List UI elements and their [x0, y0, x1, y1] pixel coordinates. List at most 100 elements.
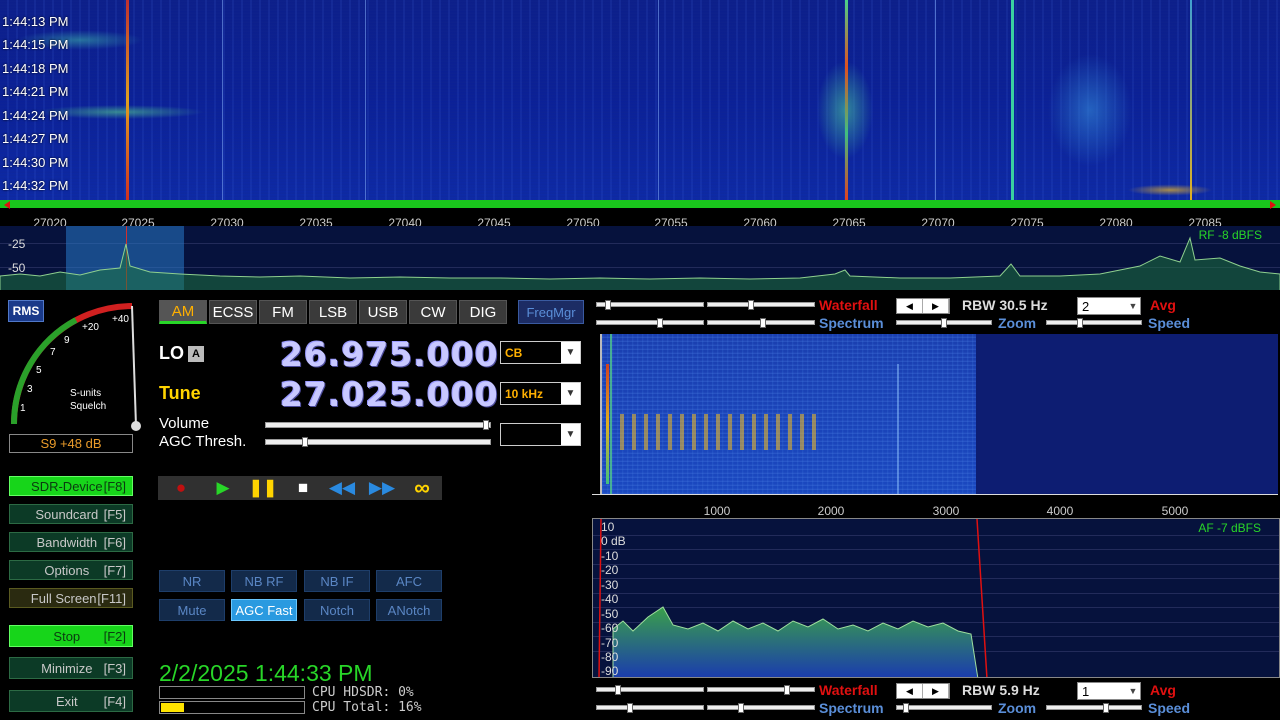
slider-thumb[interactable] [627, 703, 633, 713]
zoom-slider[interactable] [896, 318, 992, 328]
mode-ecss-button[interactable]: ECSS [209, 300, 257, 324]
rf-waterfall[interactable]: 1:44:13 PM 1:44:15 PM 1:44:18 PM 1:44:21… [0, 0, 1280, 200]
waterfall-timestamp: 1:44:30 PM [2, 155, 69, 170]
mode-fm-button[interactable]: FM [259, 300, 307, 324]
slider-thumb[interactable] [784, 685, 790, 695]
slider-thumb[interactable] [657, 318, 663, 328]
slider-thumb[interactable] [615, 685, 621, 695]
pause-icon[interactable]: ❚❚ [249, 476, 278, 500]
rf-spectrum-slider-1[interactable] [596, 318, 704, 328]
band-select[interactable]: CB ▼ [500, 341, 581, 364]
scroll-right-icon[interactable] [1270, 201, 1276, 209]
tune-frequency-display[interactable]: 27.025.000 [280, 375, 498, 414]
agc-threshold-slider-thumb[interactable] [302, 437, 308, 447]
rf-waterfall-slider-2[interactable] [707, 300, 815, 310]
avg-select[interactable]: 1 ▼ [1077, 682, 1141, 700]
play-icon[interactable]: ▶ [212, 476, 234, 500]
slider-thumb[interactable] [748, 300, 754, 310]
slider-thumb[interactable] [941, 318, 947, 328]
frequency-tick: 3000 [932, 504, 960, 518]
freq-manager-button[interactable]: FreqMgr [518, 300, 584, 324]
record-icon[interactable]: ● [170, 476, 192, 500]
minimize-button[interactable]: Minimize [F3] [9, 657, 133, 679]
slider-thumb[interactable] [760, 318, 766, 328]
hotkey: [F6] [103, 534, 126, 550]
mode-am-button[interactable]: AM [159, 300, 207, 324]
full-screen-button[interactable]: Full Screen [F11] [9, 588, 133, 608]
bandwidth-button[interactable]: Bandwidth [F6] [9, 532, 133, 552]
notch-button[interactable]: Notch [304, 599, 370, 621]
af-waterfall-slider-2[interactable] [707, 685, 815, 695]
waterfall-nav[interactable]: ◀ ▶ [896, 298, 950, 314]
slider-thumb[interactable] [605, 300, 611, 310]
mode-dig-button[interactable]: DIG [459, 300, 507, 324]
stop-icon[interactable]: ■ [292, 476, 314, 500]
scroll-left-icon[interactable] [4, 201, 10, 209]
button-label: Bandwidth [36, 534, 98, 550]
soundcard-button[interactable]: Soundcard [F5] [9, 504, 133, 524]
avg-select[interactable]: 2 ▼ [1077, 297, 1141, 315]
waterfall-timestamp: 1:44:18 PM [2, 61, 69, 76]
fast-forward-icon[interactable]: ▶▶ [368, 476, 396, 500]
exit-button[interactable]: Exit [F4] [9, 690, 133, 712]
rewind-icon[interactable]: ◀◀ [328, 476, 356, 500]
slider-thumb[interactable] [903, 703, 909, 713]
nb-rf-button[interactable]: NB RF [231, 570, 297, 592]
lo-a-button[interactable]: A [188, 346, 204, 362]
cpu-total-text: CPU Total: 16% [312, 700, 422, 715]
button-label: Minimize [41, 660, 93, 676]
waterfall-nav[interactable]: ◀ ▶ [896, 683, 950, 699]
af-spectrum[interactable]: 10 0 dB -10 -20 -30 -40 -50 -60 -70 -80 … [592, 518, 1280, 678]
speed-slider[interactable] [1046, 318, 1142, 328]
arrow-right-icon[interactable]: ▶ [923, 684, 949, 698]
rf-waterfall-slider-1[interactable] [596, 300, 704, 310]
rbw-readout: RBW 30.5 Hz [962, 297, 1048, 313]
zoom-label: Zoom [998, 315, 1037, 331]
af-waterfall-slider-1[interactable] [596, 685, 704, 695]
volume-slider[interactable] [265, 420, 491, 430]
agc-select[interactable]: ▼ [500, 423, 581, 446]
af-waterfall[interactable] [600, 334, 1278, 494]
mode-lsb-button[interactable]: LSB [309, 300, 357, 324]
slider-thumb[interactable] [738, 703, 744, 713]
slider-thumb[interactable] [1077, 318, 1083, 328]
mode-cw-button[interactable]: CW [409, 300, 457, 324]
nr-button[interactable]: NR [159, 570, 225, 592]
afc-button[interactable]: AFC [376, 570, 442, 592]
zoom-label: Zoom [998, 700, 1037, 716]
rf-spectrum-slider-2[interactable] [707, 318, 815, 328]
rf-frequency-scale[interactable]: 27020 27025 27030 27035 27040 27045 2705… [0, 200, 1280, 230]
sdr-device-button[interactable]: SDR-Device [F8] [9, 476, 133, 496]
rf-spectrum[interactable]: -25 -50 RF -8 dBFS [0, 226, 1280, 290]
af-spectrum-slider-1[interactable] [596, 703, 704, 713]
speed-slider[interactable] [1046, 703, 1142, 713]
nb-if-button[interactable]: NB IF [304, 570, 370, 592]
signal-trace [1011, 0, 1014, 200]
lo-frequency-display[interactable]: 26.975.000 [280, 335, 498, 374]
tune-step-select[interactable]: 10 kHz ▼ [500, 382, 581, 405]
cpu-hdsdr-bar [159, 686, 305, 699]
db-label: -40 [601, 592, 619, 606]
mode-usb-button[interactable]: USB [359, 300, 407, 324]
loop-icon[interactable]: ∞ [404, 475, 440, 500]
waterfall-label: Waterfall [819, 297, 878, 313]
button-label: Stop [53, 628, 81, 644]
volume-slider-thumb[interactable] [483, 420, 489, 430]
chevron-down-icon: ▼ [1128, 686, 1138, 696]
stop-button[interactable]: Stop [F2] [9, 625, 133, 647]
options-button[interactable]: Options [F7] [9, 560, 133, 580]
af-spectrum-slider-2[interactable] [707, 703, 815, 713]
slider-thumb[interactable] [1103, 703, 1109, 713]
smeter-scale-label: +20 [82, 322, 99, 333]
arrow-left-icon[interactable]: ◀ [897, 684, 923, 698]
zoom-slider[interactable] [896, 703, 992, 713]
anotch-button[interactable]: ANotch [376, 599, 442, 621]
mute-button[interactable]: Mute [159, 599, 225, 621]
smeter-scale-label: +40 [112, 314, 129, 325]
agc-fast-button[interactable]: AGC Fast [231, 599, 297, 621]
chevron-down-icon: ▼ [1128, 301, 1138, 311]
af-frequency-scale[interactable]: 1000 2000 3000 4000 5000 [592, 494, 1278, 518]
arrow-left-icon[interactable]: ◀ [897, 299, 923, 313]
agc-threshold-slider[interactable] [265, 437, 491, 447]
arrow-right-icon[interactable]: ▶ [923, 299, 949, 313]
